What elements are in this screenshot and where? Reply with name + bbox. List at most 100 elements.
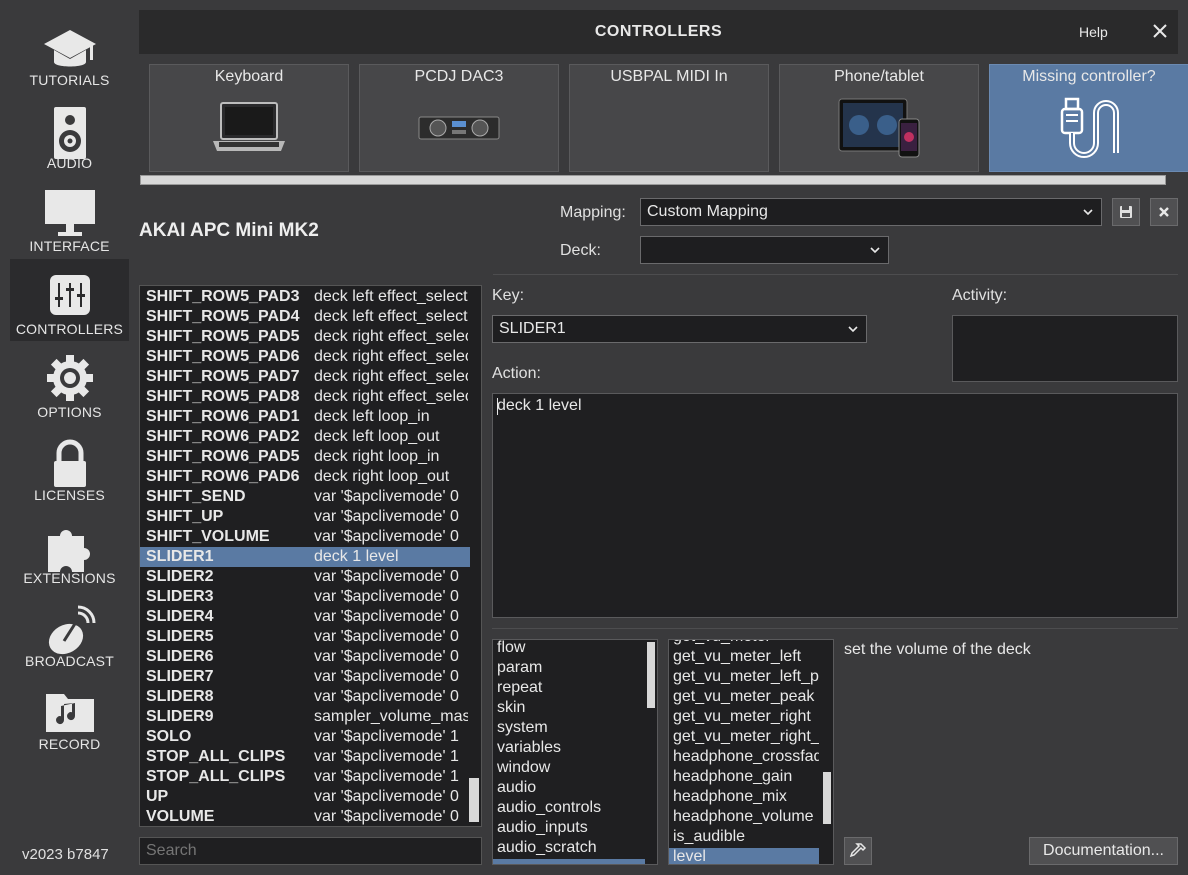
nav-item-audio[interactable]: AUDIO	[10, 93, 129, 175]
verb-item[interactable]: is_audible	[669, 828, 819, 848]
verb-item[interactable]: headphone_mix	[669, 788, 819, 808]
category-item[interactable]: audio_scratch	[493, 839, 645, 859]
key-action: deck right loop_in	[314, 448, 440, 465]
verb-scrollbar-thumb[interactable]	[823, 772, 831, 824]
delete-mapping-button[interactable]	[1150, 198, 1178, 226]
nav-item-controllers[interactable]: CONTROLLERS	[10, 259, 129, 341]
mapping-dropdown[interactable]: Custom Mapping	[640, 198, 1102, 226]
verb-item[interactable]: headphone_crossfader	[669, 748, 819, 768]
search-input[interactable]	[139, 837, 482, 865]
key-row[interactable]: SHIFT_ROW6_PAD2 deck left loop_out	[140, 427, 470, 447]
category-item[interactable]: window	[493, 759, 645, 779]
category-scrollbar-thumb[interactable]	[647, 642, 655, 708]
action-editor[interactable]: deck 1 level	[492, 393, 1178, 618]
key-action: var '$apclivemode' 0	[314, 648, 459, 665]
key-row[interactable]: SLIDER2 var '$apclivemode' 0	[140, 567, 470, 587]
category-item[interactable]: audio	[493, 779, 645, 799]
key-row[interactable]: SHIFT_ROW6_PAD6 deck right loop_out	[140, 467, 470, 487]
close-icon[interactable]	[1149, 20, 1171, 42]
key-action: var '$apclivemode' 0	[314, 488, 459, 505]
verb-description: set the volume of the deck	[844, 641, 1031, 658]
key-name: SHIFT_ROW6_PAD1	[146, 408, 300, 425]
device-tile-usbpal-midi-in[interactable]: USBPAL MIDI In	[569, 64, 769, 172]
controllers-window: CONTROLLERS Help Keyboard PCDJ DAC3 USBP…	[139, 10, 1188, 868]
key-row[interactable]: SHIFT_UP var '$apclivemode' 0	[140, 507, 470, 527]
key-row[interactable]: SHIFT_ROW5_PAD7 deck right effect_select	[140, 367, 470, 387]
key-row[interactable]: STOP_ALL_CLIPS var '$apclivemode' 1	[140, 747, 470, 767]
deck-dropdown[interactable]	[640, 236, 889, 264]
category-list[interactable]: flow param repeat skin system variables window…	[492, 639, 658, 865]
device-tile-pcdj-dac3[interactable]: PCDJ DAC3	[359, 64, 559, 172]
nav-item-licenses[interactable]: LICENSES	[10, 425, 129, 507]
key-name: SHIFT_ROW6_PAD6	[146, 468, 300, 485]
sliders-icon	[49, 275, 90, 315]
key-row[interactable]: SLIDER8 var '$apclivemode' 0	[140, 687, 470, 707]
verb-item[interactable]: get_vu_meter_peak	[669, 688, 819, 708]
devices-scrollbar[interactable]	[140, 175, 1166, 185]
key-row[interactable]: SLIDER7 var '$apclivemode' 0	[140, 667, 470, 687]
help-button[interactable]: Help	[1079, 24, 1108, 40]
nav-item-extensions[interactable]: EXTENSIONS	[10, 508, 129, 590]
device-tile-phone-tablet[interactable]: Phone/tablet	[779, 64, 979, 172]
verb-item[interactable]: get_vu_meter_right	[669, 708, 819, 728]
sidebar: TUTORIALS AUDIO INTERFACE CONTROLLERS OP…	[0, 0, 130, 875]
category-item[interactable]: param	[493, 659, 645, 679]
key-row[interactable]: SOLO var '$apclivemode' 1	[140, 727, 470, 747]
verb-item[interactable]: get_vu_meter	[669, 640, 819, 648]
key-row[interactable]: SHIFT_VOLUME var '$apclivemode' 0	[140, 527, 470, 547]
category-item[interactable]: audio_inputs	[493, 819, 645, 839]
save-mapping-button[interactable]	[1112, 198, 1140, 226]
chevron-down-icon	[1083, 209, 1093, 216]
key-row[interactable]: SLIDER4 var '$apclivemode' 0	[140, 607, 470, 627]
category-item[interactable]: variables	[493, 739, 645, 759]
verb-item[interactable]: level	[669, 848, 819, 864]
nav-item-record[interactable]: RECORD	[10, 674, 129, 756]
verb-item[interactable]: get_vu_meter_left_peak	[669, 668, 819, 688]
nav-item-broadcast[interactable]: BROADCAST	[10, 591, 129, 673]
keys-list[interactable]: SHIFT_ROW5_PAD3 deck left effect_select SH…	[139, 285, 482, 827]
key-row[interactable]: SLIDER5 var '$apclivemode' 0	[140, 627, 470, 647]
verb-item[interactable]: headphone_volume	[669, 808, 819, 828]
key-row[interactable]: UP var '$apclivemode' 0	[140, 787, 470, 807]
device-label: Keyboard	[214, 68, 284, 85]
verb-list[interactable]: get_vu_meterget_vu_meter_leftget_vu_mete…	[668, 639, 834, 865]
key-row[interactable]: VOLUME var '$apclivemode' 0	[140, 807, 470, 826]
key-dropdown[interactable]: SLIDER1	[492, 315, 867, 343]
keys-scrollbar-thumb[interactable]	[469, 778, 479, 822]
key-row[interactable]: SHIFT_ROW5_PAD6 deck right effect_select	[140, 347, 470, 367]
key-name: UP	[146, 788, 169, 805]
text-caret	[497, 398, 498, 415]
documentation-button[interactable]: Documentation...	[1029, 837, 1178, 865]
key-row[interactable]: SHIFT_SEND var '$apclivemode' 0	[140, 487, 470, 507]
key-row[interactable]: SHIFT_ROW5_PAD5 deck right effect_select	[140, 327, 470, 347]
key-row[interactable]: STOP_ALL_CLIPS var '$apclivemode' 1	[140, 767, 470, 787]
nav-item-tutorials[interactable]: TUTORIALS	[10, 10, 129, 92]
category-item[interactable]: repeat	[493, 679, 645, 699]
key-row[interactable]: SHIFT_ROW6_PAD5 deck right loop_in	[140, 447, 470, 467]
key-row[interactable]: SLIDER3 var '$apclivemode' 0	[140, 587, 470, 607]
key-row[interactable]: SLIDER1 deck 1 level	[140, 547, 470, 567]
key-row[interactable]: SHIFT_ROW5_PAD4 deck left effect_select	[140, 307, 470, 327]
category-item-partial[interactable]	[493, 859, 645, 864]
key-row[interactable]: SHIFT_ROW6_PAD1 deck left loop_in	[140, 407, 470, 427]
key-row[interactable]: SLIDER9 sampler_volume_master	[140, 707, 470, 727]
category-item[interactable]: audio_controls	[493, 799, 645, 819]
category-item[interactable]: skin	[493, 699, 645, 719]
music-folder-icon	[45, 694, 94, 732]
key-row[interactable]: SHIFT_ROW5_PAD8 deck right effect_select	[140, 387, 470, 407]
pick-action-button[interactable]	[844, 837, 872, 865]
device-tile-keyboard[interactable]: Keyboard	[149, 64, 349, 172]
key-row[interactable]: SHIFT_ROW5_PAD3 deck left effect_select	[140, 287, 470, 307]
nav-item-interface[interactable]: INTERFACE	[10, 176, 129, 258]
category-item[interactable]: flow	[493, 640, 645, 659]
key-action: var '$apclivemode' 0	[314, 608, 459, 625]
key-row[interactable]: SLIDER6 var '$apclivemode' 0	[140, 647, 470, 667]
chevron-down-icon	[870, 247, 880, 254]
nav-item-options[interactable]: OPTIONS	[10, 342, 129, 424]
verb-item[interactable]: get_vu_meter_left	[669, 648, 819, 668]
category-item[interactable]: system	[493, 719, 645, 739]
verb-item[interactable]: headphone_gain	[669, 768, 819, 788]
verb-item[interactable]: get_vu_meter_right_peak	[669, 728, 819, 748]
device-tile-missing-controller[interactable]: Missing controller?	[989, 64, 1188, 172]
close-icon	[1159, 207, 1169, 217]
